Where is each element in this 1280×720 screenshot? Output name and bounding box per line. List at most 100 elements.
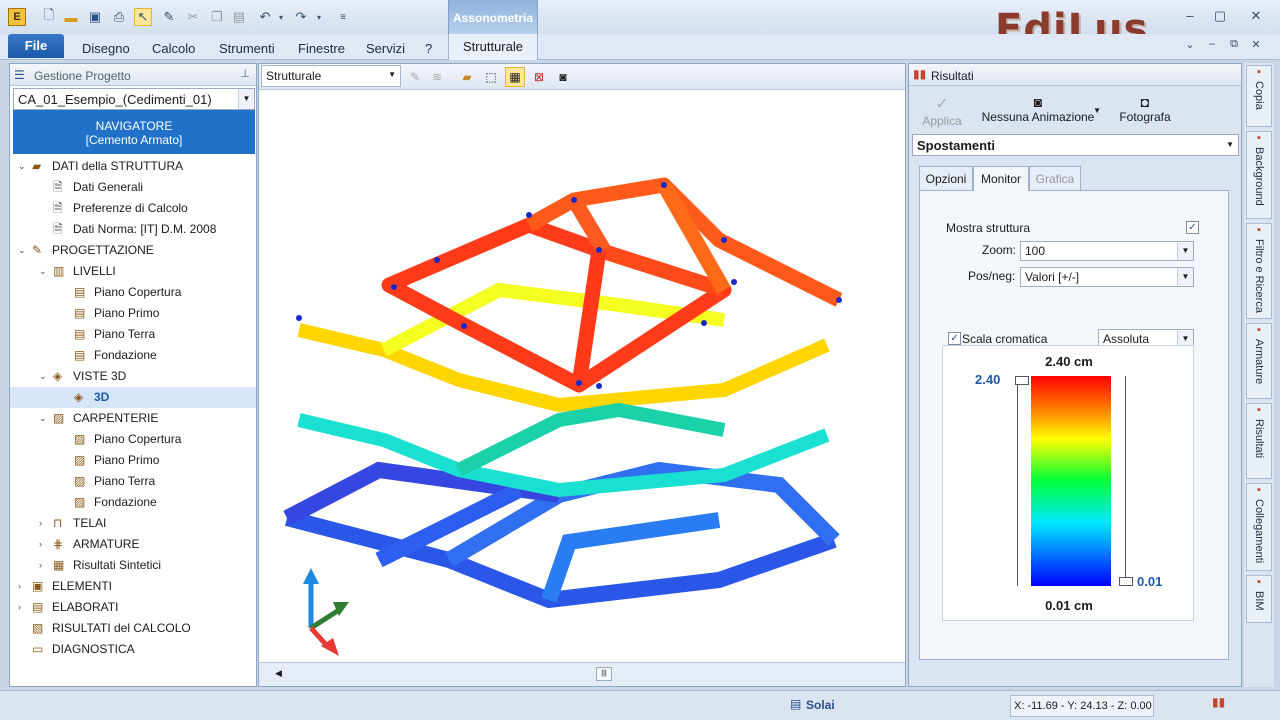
scroll-thumb[interactable]: ||| [596, 667, 612, 681]
expander-icon[interactable]: › [39, 534, 49, 555]
save-icon[interactable]: ▣ [86, 8, 104, 26]
side-tab[interactable]: ▪ Armature [1246, 323, 1272, 399]
ribbon-collapse-button[interactable]: ⌄ [1180, 38, 1200, 56]
expander-icon[interactable]: ⌄ [39, 408, 49, 429]
expander-icon[interactable]: › [39, 555, 49, 576]
maximize-button[interactable]: ▢ [1210, 8, 1230, 26]
print-icon[interactable]: ⎙ [110, 8, 128, 26]
tab-opzioni[interactable]: Opzioni [919, 166, 973, 190]
tree-item[interactable]: ▨ Piano Primo [10, 450, 256, 471]
tree-item[interactable]: ▧ RISULTATI del CALCOLO [10, 618, 256, 639]
tree-item[interactable]: ▭ DIAGNOSTICA [10, 639, 256, 660]
side-tab[interactable]: ▪ Filtro e Ricerca [1246, 223, 1272, 319]
pencil-icon[interactable]: ✎ [405, 67, 425, 87]
posneg-select[interactable]: Valori [+/-] ▼ [1020, 267, 1194, 287]
wand-icon[interactable]: ✎ [160, 8, 178, 26]
tree-item[interactable]: ⌄ ▰ DATI della STRUTTURA [10, 156, 256, 177]
expander-icon[interactable]: › [18, 576, 28, 597]
app-logo-icon[interactable]: E [8, 8, 26, 26]
horizontal-scrollbar[interactable]: ◀ ||| [259, 662, 905, 686]
doc-close-button[interactable]: ✕ [1246, 38, 1266, 56]
pin-icon[interactable]: ⊥ [240, 67, 250, 80]
menu-disegno[interactable]: Disegno [82, 41, 130, 56]
result-type-select[interactable]: Spostamenti ▼ [912, 134, 1239, 156]
open-folder-icon[interactable]: ▬ [62, 8, 80, 26]
tree-item[interactable]: › ▤ ELABORATI [10, 597, 256, 618]
chevron-down-icon[interactable]: ▼ [1177, 242, 1193, 260]
new-file-icon[interactable]: 🗋 [40, 7, 58, 26]
tree-item[interactable]: ▤ Piano Terra [10, 324, 256, 345]
chevron-down-icon[interactable]: ▼ [388, 70, 396, 79]
tree-item[interactable]: ⌄ ▥ LIVELLI [10, 261, 256, 282]
side-tab[interactable]: ▪ Risultati [1246, 403, 1272, 479]
expander-icon[interactable]: ⌄ [39, 366, 49, 387]
menu-strutturale[interactable]: Strutturale [448, 34, 538, 60]
chevron-down-icon[interactable]: ▼ [1177, 268, 1193, 286]
chevron-down-icon[interactable]: ▼ [1093, 106, 1101, 115]
scroll-left-icon[interactable]: ◀ [275, 668, 282, 679]
chevron-down-icon[interactable]: ▼ [238, 89, 254, 109]
chevron-down-icon[interactable]: ▼ [1226, 140, 1234, 149]
photo-button[interactable]: ◘ Fotografa [1115, 94, 1175, 124]
copy-icon[interactable]: ❐ [208, 8, 226, 26]
tab-grafica[interactable]: Grafica [1029, 166, 1081, 190]
expander-icon[interactable]: › [39, 513, 49, 534]
animation-button[interactable]: ◙ Nessuna Animazione ▼ [973, 94, 1103, 124]
tree-item[interactable]: ▨ Piano Terra [10, 471, 256, 492]
side-tab[interactable]: ▪ Collegamenti [1246, 483, 1272, 571]
tree-item[interactable]: ▤ Piano Primo [10, 303, 256, 324]
tree-item[interactable]: ⌄ ✎ PROGETTAZIONE [10, 240, 256, 261]
side-tab[interactable]: ▪ BIM [1246, 575, 1272, 623]
menu-strumenti[interactable]: Strumenti [219, 41, 275, 56]
tree-item[interactable]: ▤ Fondazione [10, 345, 256, 366]
tree-item[interactable]: › ▣ ELEMENTI [10, 576, 256, 597]
tree-item[interactable]: ▤ Piano Copertura [10, 282, 256, 303]
tree-item[interactable]: › ⊓ TELAI [10, 513, 256, 534]
viewport-3d[interactable]: Strutturale ▼ ✎ ≋ ▰ ⬚ ▦ ⊠ ◙ ◀ ||| [258, 63, 906, 687]
zoom-extents-icon[interactable]: ⬚ [481, 67, 501, 87]
view-mode-select[interactable]: Strutturale ▼ [261, 65, 401, 87]
redo-icon[interactable]: ↷ [292, 8, 310, 26]
select-pointer-icon[interactable]: ↖ [134, 8, 152, 26]
tree-item[interactable]: › ⋕ ARMATURE [10, 534, 256, 555]
camera-icon[interactable]: ◙ [553, 67, 573, 87]
menu-servizi[interactable]: Servizi [366, 41, 405, 56]
menu-finestre[interactable]: Finestre [298, 41, 345, 56]
tree-item[interactable]: ⌄ ◈ VISTE 3D [10, 366, 256, 387]
tree-item[interactable]: 🗎 Preferenze di Calcolo [10, 198, 256, 219]
cut-icon[interactable]: ✂ [184, 8, 202, 26]
customize-toolbar-icon[interactable]: ≡ [334, 8, 352, 26]
file-menu-button[interactable]: File [8, 34, 64, 58]
doc-restore-button[interactable]: ⧉ [1224, 38, 1244, 56]
tree-item[interactable]: ⌄ ▨ CARPENTERIE [10, 408, 256, 429]
side-tab[interactable]: ▪ Copia [1246, 65, 1272, 127]
show-structure-checkbox[interactable]: ✓ [1186, 221, 1199, 234]
apply-button[interactable]: ✓ Applica [919, 94, 965, 128]
tree-item[interactable]: ◈ 3D [10, 387, 256, 408]
wireframe-view-icon[interactable]: ▦ [505, 67, 525, 87]
status-solai[interactable]: Solai [806, 698, 835, 712]
expander-icon[interactable]: › [18, 597, 28, 618]
structure-model[interactable] [259, 90, 905, 662]
tree-item[interactable]: › ▦ Risultati Sintetici [10, 555, 256, 576]
zoom-select[interactable]: 100 ▼ [1020, 241, 1194, 261]
tree-item[interactable]: 🗎 Dati Generali [10, 177, 256, 198]
results-status-icon[interactable]: ▮▮ [1212, 695, 1225, 709]
close-button[interactable]: ✕ [1246, 8, 1266, 26]
layers-icon[interactable]: ≋ [427, 67, 447, 87]
solid-view-icon[interactable]: ▰ [457, 67, 477, 87]
doc-minimize-button[interactable]: – [1202, 38, 1222, 56]
expander-icon[interactable]: ⌄ [18, 240, 28, 261]
side-tab[interactable]: ▪ Background [1246, 131, 1272, 219]
filter-off-icon[interactable]: ⊠ [529, 67, 549, 87]
tree-item[interactable]: 🗎 Dati Norma: [IT] D.M. 2008 [10, 219, 256, 240]
menu-calcolo[interactable]: Calcolo [152, 41, 195, 56]
min-slider-handle[interactable] [1119, 577, 1133, 586]
expander-icon[interactable]: ⌄ [18, 156, 28, 177]
redo-dropdown-icon[interactable]: ▾ [310, 8, 328, 26]
tree-item[interactable]: ▨ Fondazione [10, 492, 256, 513]
tree-item[interactable]: ▨ Piano Copertura [10, 429, 256, 450]
expander-icon[interactable]: ⌄ [39, 261, 49, 282]
project-select[interactable]: CA_01_Esempio_(Cedimenti_01) ▼ [13, 88, 255, 110]
tab-monitor[interactable]: Monitor [973, 166, 1029, 191]
